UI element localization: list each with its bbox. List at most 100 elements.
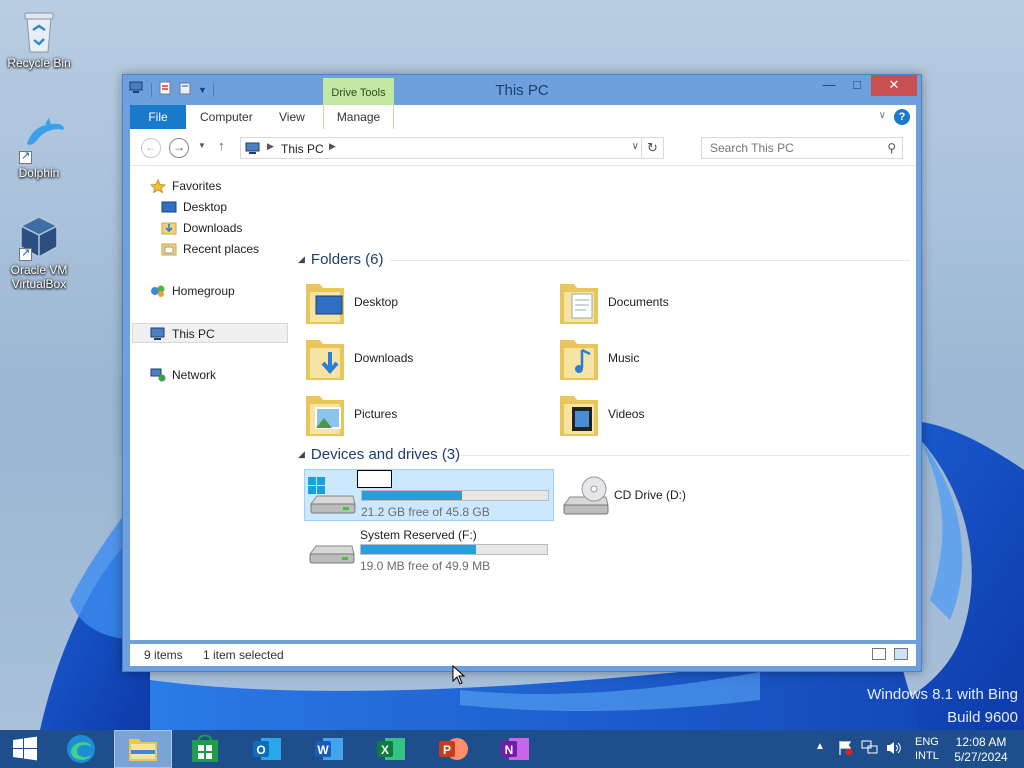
drive-system-reserved-f[interactable]: System Reserved (F:) 19.0 MB free of 49.… — [304, 524, 554, 576]
back-button[interactable]: ← — [141, 138, 161, 158]
pictures-folder-icon — [304, 390, 348, 441]
nav-desktop[interactable]: Desktop — [161, 197, 227, 217]
folder-documents[interactable]: Documents — [554, 276, 804, 330]
taskbar-word[interactable]: W — [300, 730, 358, 768]
this-pc-icon — [150, 327, 166, 341]
group-header-folders[interactable]: ◢ Folders (6) — [298, 250, 383, 270]
action-center-flag-icon[interactable] — [837, 740, 853, 768]
start-button[interactable] — [0, 730, 50, 768]
forward-button[interactable]: → — [169, 138, 189, 158]
breadcrumb-chevron-icon[interactable]: ▶ — [329, 141, 336, 152]
nav-label: Favorites — [172, 179, 222, 193]
onenote-icon: N — [501, 738, 529, 760]
drive-cd-d[interactable]: CD Drive (D:) — [558, 469, 808, 521]
breadcrumb-this-pc[interactable]: This PC — [281, 142, 324, 156]
drive-free-space: 19.0 MB free of 49.9 MB — [360, 559, 491, 573]
nav-label: Desktop — [183, 200, 228, 214]
folder-music[interactable]: Music — [554, 332, 804, 386]
taskbar-edge[interactable] — [52, 730, 110, 768]
windows-watermark: Windows 8.1 with Bing Build 9600 — [867, 683, 1018, 729]
folder-downloads[interactable]: Downloads — [300, 332, 550, 386]
folder-desktop[interactable]: Desktop — [300, 276, 550, 330]
address-dropdown-icon[interactable]: ∨ — [632, 141, 639, 152]
drive-local-disk-c[interactable]: 21.2 GB free of 45.8 GB — [304, 469, 554, 521]
help-icon[interactable]: ? — [894, 109, 910, 125]
refresh-icon[interactable]: ↻ — [641, 138, 663, 158]
tab-manage[interactable]: Manage — [323, 105, 394, 129]
taskbar-powerpoint[interactable]: P — [424, 730, 482, 768]
address-bar[interactable]: ▶ This PC ▶ ∨ ↻ — [240, 137, 664, 159]
taskbar-excel[interactable]: X — [362, 730, 420, 768]
large-icons-view-icon[interactable] — [894, 648, 908, 660]
powerpoint-icon: P — [439, 738, 468, 760]
language-line2: INTL — [915, 750, 939, 762]
minimize-button[interactable]: — — [815, 75, 843, 96]
content-area: Favorites Desktop Downloads Recent place… — [130, 166, 916, 640]
status-selection: 1 item selected — [203, 648, 284, 662]
group-header-devices[interactable]: ◢ Devices and drives (3) — [298, 445, 460, 465]
folder-name: Videos — [608, 407, 645, 421]
shortcut-arrow-icon — [19, 149, 32, 164]
tab-file[interactable]: File — [130, 105, 186, 129]
search-input[interactable] — [702, 138, 882, 158]
up-arrow-icon[interactable]: ↑ — [218, 138, 225, 153]
maximize-button[interactable]: □ — [843, 75, 871, 96]
desktop-icon-dolphin[interactable]: Dolphin — [0, 118, 78, 180]
group-header-label: Folders (6) — [310, 251, 384, 268]
search-icon[interactable]: ⚲ — [887, 141, 896, 155]
details-view-icon[interactable] — [872, 648, 886, 660]
language-line1: ENG — [915, 736, 939, 748]
tab-computer[interactable]: Computer — [188, 105, 265, 129]
collapse-triangle-icon[interactable]: ◢ — [298, 254, 305, 264]
desktop-icon-virtualbox[interactable]: Oracle VM VirtualBox — [0, 215, 78, 291]
taskbar-file-explorer[interactable] — [114, 730, 172, 768]
tab-view[interactable]: View — [267, 105, 317, 129]
title-bar[interactable]: ▼ Drive Tools This PC — □ ✕ — [123, 75, 921, 107]
watermark-line2: Build 9600 — [947, 709, 1018, 726]
show-hidden-icons-icon[interactable]: ▲ — [815, 741, 825, 768]
folder-videos[interactable]: Videos — [554, 388, 804, 442]
this-pc-icon — [245, 142, 261, 158]
nav-homegroup[interactable]: Homegroup — [150, 281, 235, 301]
collapse-triangle-icon[interactable]: ◢ — [298, 449, 305, 459]
nav-this-pc[interactable]: This PC — [132, 323, 288, 343]
taskbar-outlook[interactable]: O — [238, 730, 296, 768]
recent-places-icon — [161, 242, 177, 256]
expand-ribbon-icon[interactable]: ∨ — [879, 110, 886, 121]
downloads-icon — [161, 221, 177, 235]
clock-date: 5/27/2024 — [954, 750, 1008, 764]
breadcrumb-chevron-icon[interactable]: ▶ — [267, 141, 274, 152]
group-divider — [390, 260, 910, 261]
nav-recent-places[interactable]: Recent places — [161, 239, 259, 259]
taskbar-onenote[interactable]: N — [486, 730, 544, 768]
homegroup-icon — [150, 284, 166, 298]
file-explorer-icon — [129, 739, 157, 761]
folder-name: Documents — [608, 295, 669, 309]
folder-pictures[interactable]: Pictures — [300, 388, 550, 442]
close-button[interactable]: ✕ — [871, 75, 917, 96]
volume-icon[interactable] — [886, 740, 902, 768]
rename-input[interactable] — [357, 470, 392, 488]
downloads-folder-icon — [304, 334, 348, 385]
language-indicator[interactable]: ENG INTL — [915, 735, 939, 768]
music-folder-icon — [558, 334, 602, 385]
search-box[interactable]: ⚲ — [701, 137, 903, 159]
nav-network[interactable]: Network — [150, 365, 216, 385]
status-item-count: 9 items — [144, 648, 183, 662]
status-bar: 9 items 1 item selected — [130, 644, 916, 666]
nav-favorites[interactable]: Favorites — [149, 176, 222, 196]
network-tray-icon[interactable] — [861, 740, 879, 768]
nav-downloads[interactable]: Downloads — [161, 218, 242, 238]
file-explorer-window: ▼ Drive Tools This PC — □ ✕ File Compute… — [122, 74, 922, 672]
recent-locations-icon[interactable]: ▼ — [198, 141, 206, 150]
desktop-icon — [161, 200, 177, 214]
clock[interactable]: 12:08 AM 5/27/2024 — [950, 735, 1012, 768]
taskbar-store[interactable] — [176, 730, 234, 768]
nav-label: This PC — [172, 327, 215, 341]
dolphin-icon — [19, 118, 64, 164]
desktop-icon-recycle-bin[interactable]: Recycle Bin — [0, 8, 78, 70]
drive-name: System Reserved (F:) — [360, 528, 477, 542]
navigation-pane: Favorites Desktop Downloads Recent place… — [130, 166, 288, 640]
drive-name: CD Drive (D:) — [614, 488, 686, 502]
folder-name: Desktop — [354, 295, 399, 309]
